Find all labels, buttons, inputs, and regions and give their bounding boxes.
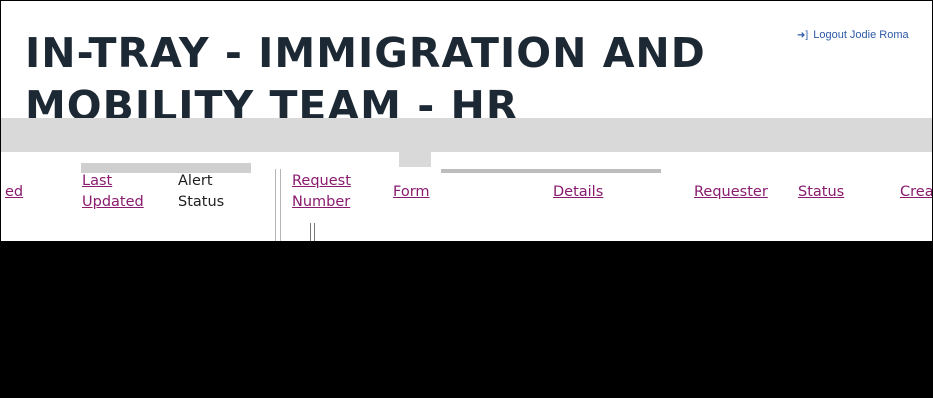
header-divider-right — [441, 169, 661, 173]
logout-link[interactable]: ➜] Logout Jodie Roma — [797, 29, 909, 41]
column-header-created-left[interactable]: ed — [5, 182, 23, 203]
page-frame: IN-TRAY - IMMIGRATION AND MOBILITY TEAM … — [0, 0, 933, 398]
page-title-text: IN-TRAY - IMMIGRATION AND MOBILITY TEAM … — [25, 29, 706, 127]
redacted-region — [1, 241, 932, 397]
column-header-created-right[interactable]: Crea — [900, 182, 932, 203]
column-header-request-number[interactable]: Request Number — [292, 171, 372, 213]
row-selection-marker — [310, 223, 315, 241]
column-header-details[interactable]: Details — [553, 182, 603, 203]
column-header-requester[interactable]: Requester — [694, 182, 768, 203]
column-header-form[interactable]: Form — [393, 182, 430, 203]
column-header-status[interactable]: Status — [798, 182, 844, 203]
column-header-last-updated[interactable]: Last Updated — [82, 171, 162, 213]
toolbar-notch — [399, 151, 431, 167]
pane-divider[interactable] — [275, 169, 281, 241]
page-title: IN-TRAY - IMMIGRATION AND MOBILITY TEAM … — [25, 27, 745, 127]
filter-toolbar-band — [1, 118, 932, 152]
column-header-alert-status: Alert Status — [178, 173, 225, 210]
logout-label: Logout Jodie Roma — [813, 29, 909, 41]
sign-out-icon: ➜] — [797, 30, 809, 41]
